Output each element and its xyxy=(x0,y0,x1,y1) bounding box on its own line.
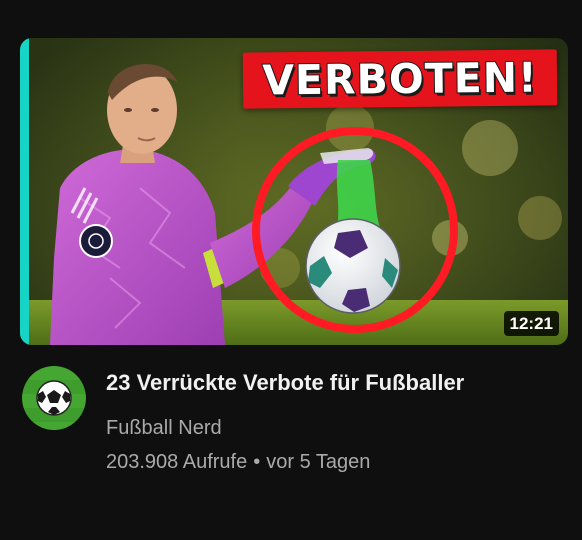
thumbnail-headline-badge: VERBOTEN! xyxy=(242,49,558,109)
video-details: 23 Verrückte Verbote für Fußballer Fußba… xyxy=(106,366,554,475)
channel-name[interactable]: Fußball Nerd xyxy=(106,415,222,441)
thumbnail-headline: VERBOTEN! xyxy=(261,53,539,106)
view-count: 203.908 Aufrufe xyxy=(106,451,248,473)
thumbnail-accent-bar xyxy=(20,38,29,345)
duration-badge: 12:21 xyxy=(503,311,559,336)
video-stats: 203.908 Aufrufe • vor 5 Tagen xyxy=(106,449,554,475)
video-thumbnail[interactable]: VERBOTEN! 12:21 xyxy=(20,38,568,345)
stats-separator: • xyxy=(253,451,261,473)
video-title[interactable]: 23 Verrückte Verbote für Fußballer xyxy=(106,366,554,399)
soccer-ball-icon xyxy=(22,366,86,430)
channel-avatar[interactable] xyxy=(22,366,86,430)
publish-date: vor 5 Tagen xyxy=(266,451,371,473)
